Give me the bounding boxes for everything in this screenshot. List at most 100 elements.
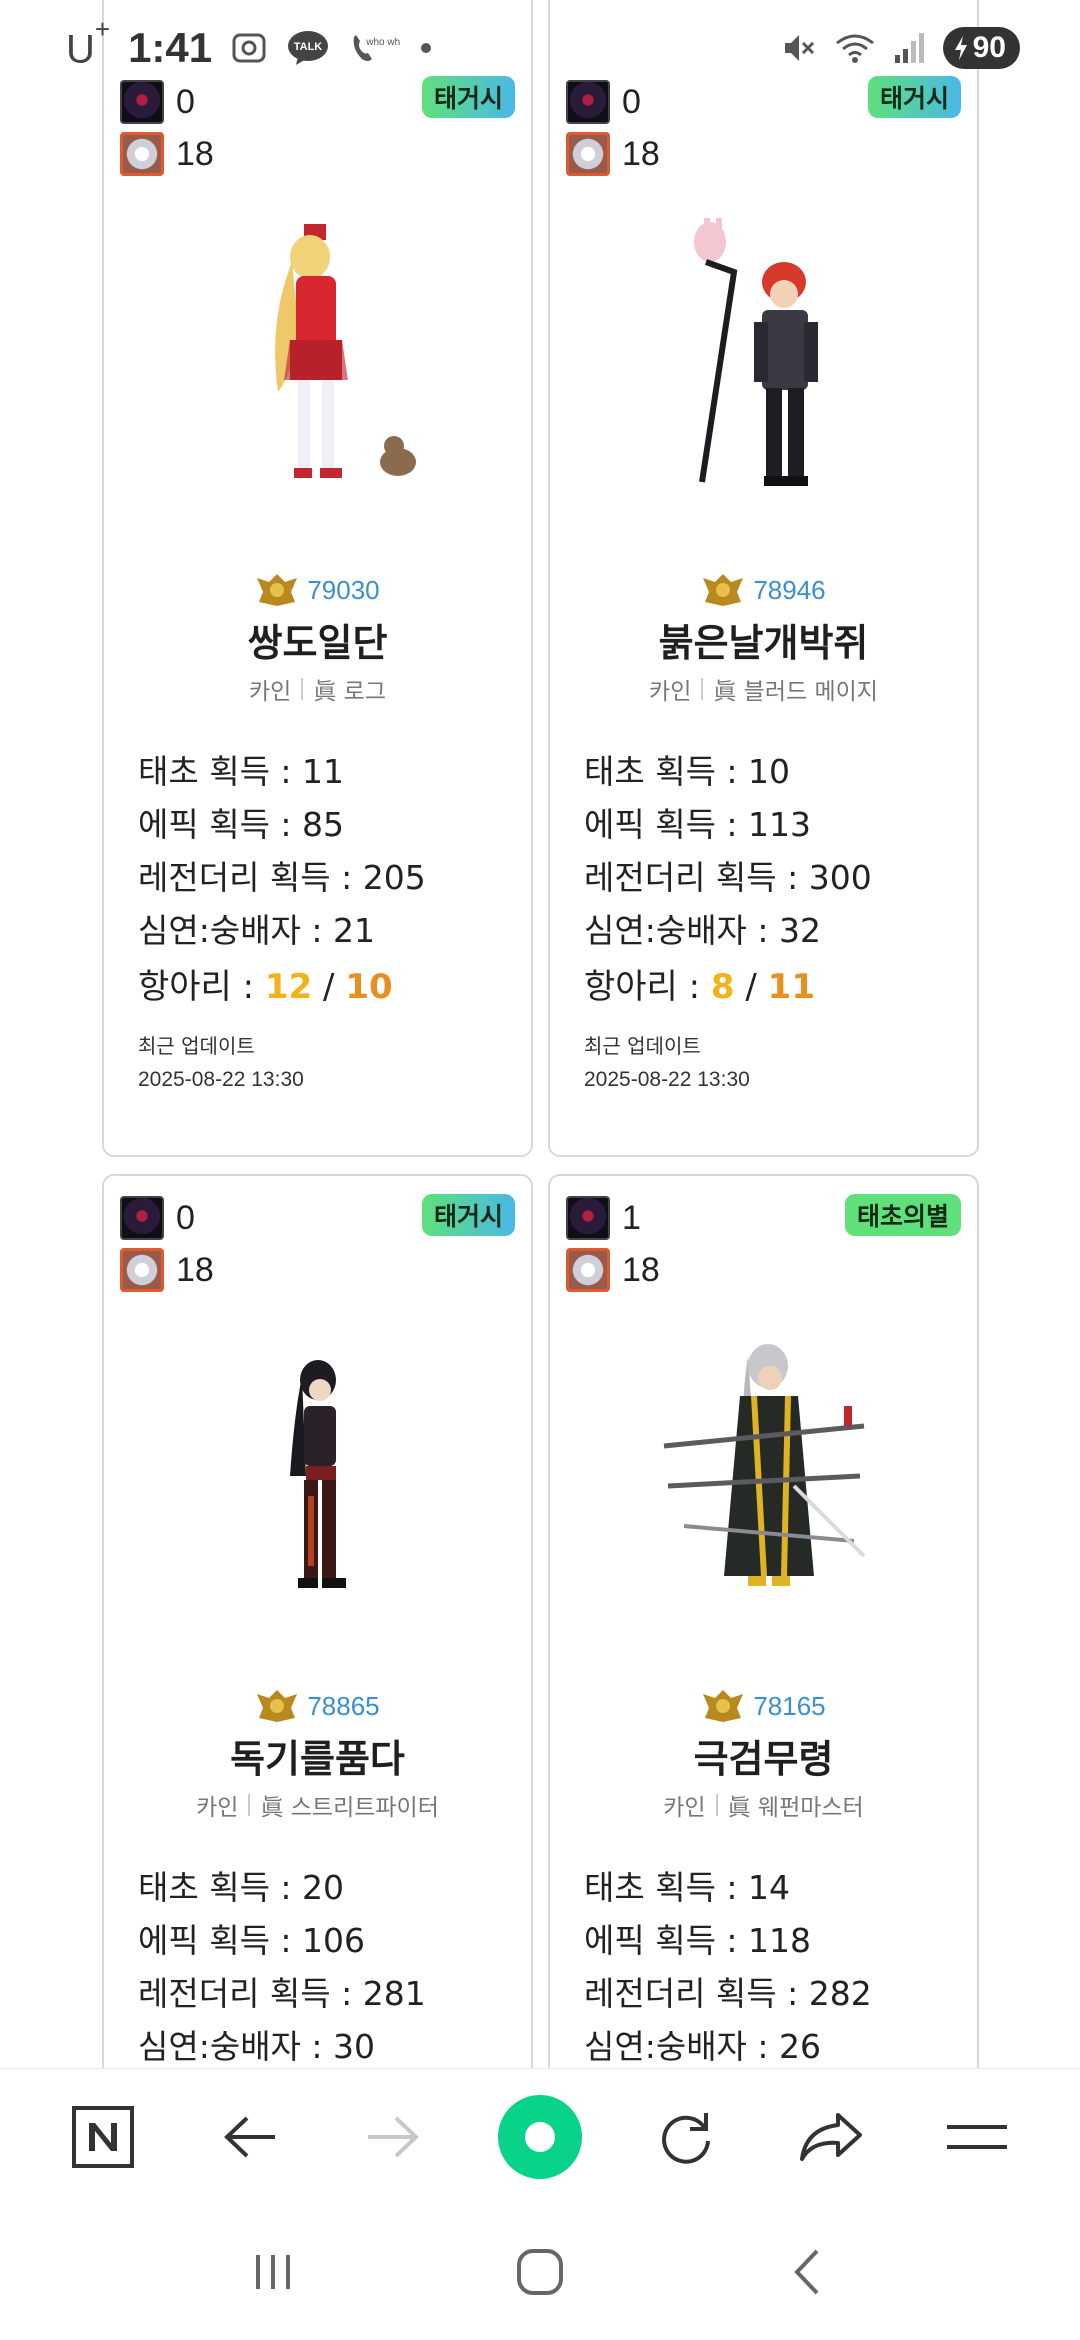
green-dot-home-icon — [497, 2094, 582, 2179]
stat-taecho: 태초 획득 : 20 — [138, 1868, 345, 1907]
meta-divider — [248, 1794, 251, 1816]
stats-list: 태초 획득 : 14 에픽 획득 : 118 레전더리 획득 : 282 심연:… — [584, 1861, 957, 2068]
character-portrait — [274, 224, 416, 478]
character-portrait — [289, 1360, 346, 1588]
update-label: 최근 업데이트 — [584, 1034, 701, 1058]
stat-abyss: 심연:숭배자 : 30 — [138, 2027, 376, 2066]
meta-divider — [715, 1794, 718, 1816]
wifi-icon — [833, 29, 877, 67]
carrier-sup: + — [94, 13, 111, 44]
home-icon — [516, 2249, 563, 2295]
stat-legendary: 레전더리 획득 : 281 — [138, 1974, 426, 2013]
status-time: 1:41 — [128, 23, 213, 71]
talk-label: TALK — [294, 41, 323, 53]
refresh-button[interactable] — [631, 2082, 741, 2192]
meta-divider — [701, 678, 704, 700]
browser-toolbar — [0, 2068, 1080, 2204]
battery-level: 90 — [972, 31, 1006, 64]
stat-hangari: 항아리 : 12 / 10 — [138, 957, 511, 1017]
recent-apps-button[interactable] — [218, 2217, 328, 2327]
light-count: 18 — [622, 1250, 660, 1289]
light-count: 18 — [622, 134, 660, 173]
light-count: 18 — [176, 134, 214, 173]
share-button[interactable] — [776, 2082, 886, 2192]
stat-epic: 에픽 획득 : 106 — [138, 1921, 366, 1960]
character-meta: 카인 眞 스트리트파이터 — [104, 1788, 531, 1822]
character-card[interactable]: 1 18 태초의별 78165 극검무령 카인 眞 웨펀마스터 태초 획득: … — [548, 1174, 979, 2068]
battery-indicator: 90 — [942, 27, 1020, 69]
mute-icon — [779, 29, 817, 67]
stat-epic: 에픽 획득 : 85 — [138, 805, 345, 844]
fame-value: 78865 — [307, 1690, 380, 1721]
light-count: 18 — [176, 1250, 214, 1289]
naver-n-button[interactable] — [48, 2082, 158, 2192]
fame-value: 78165 — [753, 1690, 826, 1721]
stats-list: 태초 획득 : 11 에픽 획득 : 85 레전더리 획득 : 205 심연:숭… — [138, 745, 511, 1097]
character-meta: 카인 眞 블러드 메이지 — [550, 672, 977, 706]
fame-crest-icon — [257, 574, 298, 606]
server-name: 카인 — [663, 1795, 706, 1821]
ranking-grid: 0 18 태거시 79030 쌍도일단 카인 眞 로그 태초 획득: 11 에… — [0, 0, 1080, 2068]
character-card[interactable]: 0 18 태거시 78946 붉은날개박쥐 카인 眞 블러드 메이지 태초 획득… — [548, 0, 979, 1157]
character-portrait — [693, 218, 818, 486]
server-name: 카인 — [649, 679, 692, 705]
light-item-icon — [566, 1248, 610, 1292]
notification-dot-icon — [418, 40, 434, 56]
system-back-button[interactable] — [752, 2217, 862, 2327]
share-icon — [800, 2112, 863, 2161]
carrier-text: U — [66, 27, 95, 72]
hangari-label: 항아리 : — [138, 967, 265, 1007]
home-button[interactable] — [485, 2217, 595, 2327]
fame-value: 78946 — [753, 574, 826, 605]
update-label: 최근 업데이트 — [138, 1034, 255, 1058]
server-name: 카인 — [249, 679, 292, 705]
character-meta: 카인 眞 웨펀마스터 — [550, 1788, 977, 1822]
stat-abyss: 심연:숭배자 : 21 — [138, 911, 376, 950]
light-item-icon — [120, 1248, 164, 1292]
fame-crest-icon — [703, 574, 744, 606]
character-card[interactable]: 0 18 태거시 78865 독기를품다 카인 眞 스트리트파이터 태초 획득 … — [102, 1174, 533, 2068]
hangari-value-b: 11 — [767, 967, 815, 1007]
back-button[interactable] — [194, 2082, 304, 2192]
stat-hangari: 항아리 : 8 / 11 — [584, 957, 957, 1017]
hangari-slash: / — [734, 967, 768, 1007]
meta-divider — [301, 678, 304, 700]
status-badge: 태초의별 — [844, 1194, 961, 1236]
character-name: 붉은날개박쥐 — [658, 621, 869, 665]
forward-button[interactable] — [339, 2082, 449, 2192]
update-time: 2025-08-22 13:30 — [584, 1068, 750, 1091]
light-item-icon — [566, 132, 610, 176]
menu-icon — [947, 2124, 1008, 2149]
dark-item-icon — [120, 1196, 164, 1240]
hangari-slash: / — [312, 967, 346, 1007]
stat-legendary: 레전더리 획득 : 300 — [584, 858, 872, 897]
character-meta: 카인 眞 로그 — [104, 672, 531, 706]
fame-row: 78165 — [550, 1688, 977, 1724]
stat-epic: 에픽 획득 : 118 — [584, 1921, 812, 1960]
dark-count: 1 — [622, 1198, 641, 1237]
fame-row: 79030 — [104, 572, 531, 608]
screen: 0 18 태거시 79030 쌍도일단 카인 眞 로그 태초 획득: 11 에… — [0, 0, 1080, 2340]
kakaotalk-icon: TALK — [286, 29, 330, 67]
stat-taecho: 태초 획득 : 10 — [584, 752, 791, 791]
hangari-value-b: 10 — [345, 967, 393, 1007]
light-item-icon — [120, 132, 164, 176]
stats-list: 태초 획득 : 20 에픽 획득 : 106 레전더리 획득 : 281 심연:… — [138, 1861, 511, 2068]
stat-legendary: 레전더리 획득 : 282 — [584, 1974, 872, 2013]
back-icon — [793, 2249, 819, 2295]
job-name: 眞 스트리트파이터 — [260, 1795, 439, 1821]
menu-button[interactable] — [922, 2082, 1032, 2192]
signal-icon — [893, 31, 927, 65]
fame-crest-icon — [703, 1690, 744, 1722]
home-green-button[interactable] — [485, 2082, 595, 2192]
job-name: 眞 웨펀마스터 — [727, 1795, 864, 1821]
job-name: 眞 블러드 메이지 — [713, 679, 878, 705]
character-card[interactable]: 0 18 태거시 79030 쌍도일단 카인 眞 로그 태초 획득: 11 에… — [102, 0, 533, 1157]
forward-arrow-icon — [368, 2116, 420, 2157]
fame-value: 79030 — [307, 574, 380, 605]
recent-apps-icon — [256, 2255, 291, 2289]
update-time: 2025-08-22 13:30 — [138, 1068, 304, 1091]
screenshot-icon — [230, 29, 268, 67]
hangari-value-a: 8 — [710, 967, 735, 1007]
hangari-value-a: 12 — [264, 967, 313, 1007]
